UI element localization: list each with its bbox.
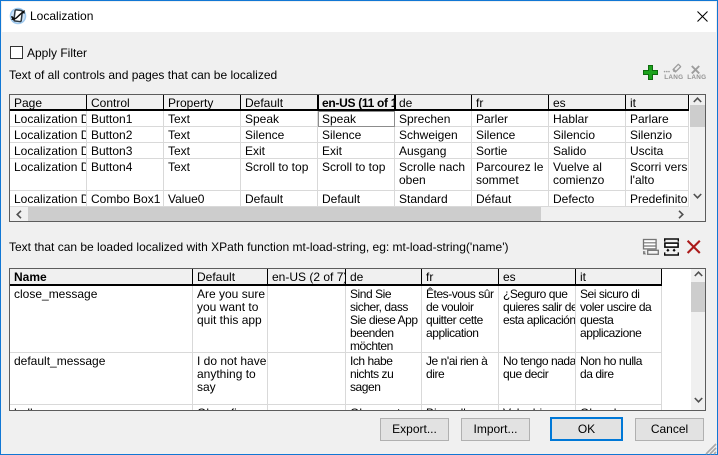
svg-text:LANG: LANG xyxy=(664,74,683,81)
svg-text:LANG: LANG xyxy=(687,74,706,81)
